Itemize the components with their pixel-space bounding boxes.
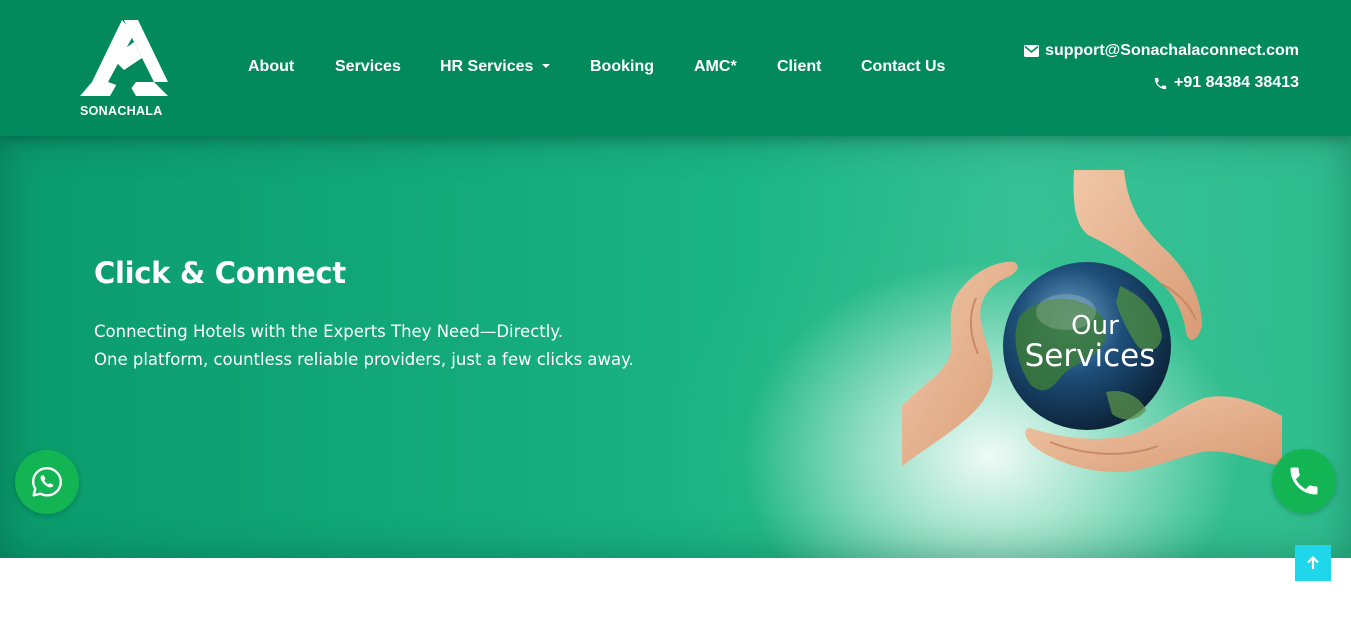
image-text-services: Services	[1025, 338, 1156, 374]
nav-item-contact-us[interactable]: Contact Us	[861, 58, 945, 76]
image-text-our: Our	[1071, 311, 1119, 341]
nav-item-hr-services[interactable]: HR Services	[440, 58, 551, 76]
contact-phone[interactable]: +91 84384 38413	[1024, 74, 1299, 106]
nav-item-amc[interactable]: AMC*	[694, 58, 737, 76]
nav-item-booking[interactable]: Booking	[590, 58, 654, 76]
scroll-to-top-button[interactable]	[1295, 545, 1331, 581]
hero-subtitle-line1: Connecting Hotels with the Experts They …	[94, 322, 563, 341]
whatsapp-icon	[32, 467, 62, 497]
phone-icon	[1153, 74, 1168, 92]
header-contact: support@Sonachalaconnect.com +91 84384 3…	[1024, 42, 1299, 106]
nav-item-client[interactable]: Client	[777, 58, 821, 76]
logo-mark-icon	[80, 20, 168, 96]
arrow-up-icon	[1307, 555, 1319, 569]
hero-banner: Click & Connect Connecting Hotels with t…	[0, 136, 1351, 558]
caret-down-icon	[542, 64, 551, 68]
logo-wordmark: SONACHALA	[80, 104, 163, 118]
envelope-icon	[1024, 42, 1040, 60]
sonachala-logo[interactable]: SONACHALA	[78, 18, 170, 118]
nav-item-about[interactable]: About	[248, 58, 294, 76]
whatsapp-button[interactable]	[15, 450, 79, 514]
hero-title: Click & Connect	[94, 256, 346, 290]
contact-email[interactable]: support@Sonachalaconnect.com	[1024, 42, 1299, 74]
nav-item-services[interactable]: Services	[335, 58, 401, 76]
contact-phone-text: +91 84384 38413	[1173, 74, 1299, 91]
nav-item-hr-services-label: HR Services	[440, 58, 534, 75]
site-header: SONACHALA About Services HR Services Boo…	[0, 0, 1351, 136]
phone-icon	[1290, 467, 1318, 495]
call-button[interactable]	[1272, 449, 1336, 513]
hero-subtitle-line2: One platform, countless reliable provide…	[94, 350, 634, 369]
contact-email-text: support@Sonachalaconnect.com	[1045, 42, 1299, 59]
our-services-globe-image: Our Services	[890, 166, 1290, 476]
